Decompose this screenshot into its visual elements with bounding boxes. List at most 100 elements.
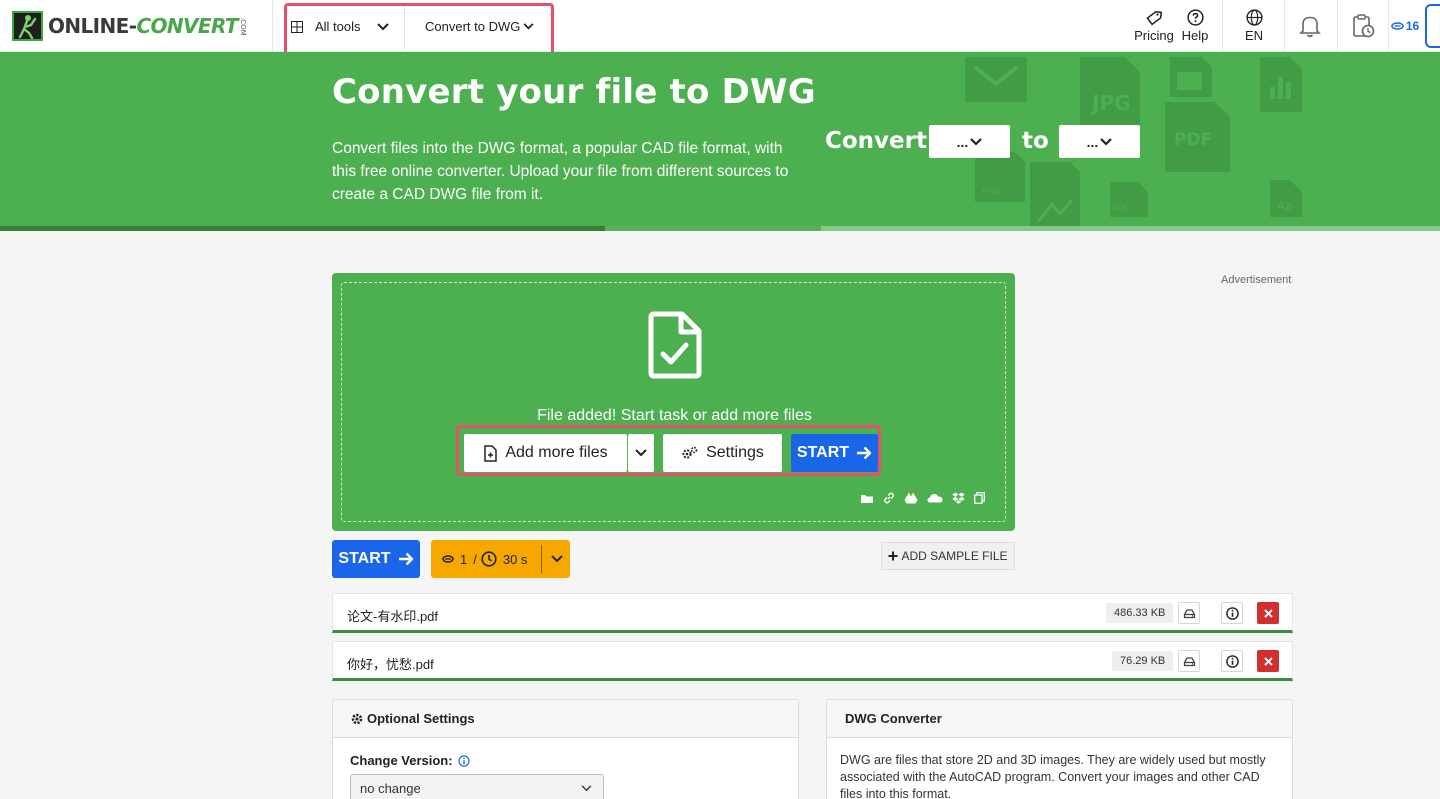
arrow-right-icon: [398, 552, 413, 566]
header-divider: [1284, 0, 1285, 52]
logo-wordmark: ONLINE-CONVERT: [48, 14, 239, 38]
header-divider: [272, 0, 273, 52]
file-destination-button[interactable]: [1178, 650, 1200, 672]
logo-domain-suffix: .COM: [238, 16, 247, 36]
svg-text:DOC: DOC: [1112, 203, 1130, 212]
info-icon[interactable]: [457, 754, 470, 767]
close-icon: [1263, 656, 1273, 666]
decorative-file-icons: JPG PDF PNG DOC Aa: [965, 57, 1302, 231]
drop-zone-border: File added! Start task or add more files: [341, 282, 1006, 522]
info-icon: [1225, 654, 1239, 668]
button-divider: [541, 545, 542, 573]
chevron-down-icon: [1100, 137, 1113, 146]
logo-figure-icon: [12, 11, 43, 41]
help-link[interactable]: Help: [1178, 0, 1212, 52]
credits-count: 16: [1405, 19, 1420, 33]
svg-text:PDF: PDF: [1174, 130, 1212, 150]
source-format-select[interactable]: ...: [929, 125, 1010, 158]
highlight-outline: [284, 3, 554, 57]
file-destination-button[interactable]: [1178, 602, 1200, 624]
coin-icon: [1390, 22, 1404, 30]
convert-label: Convert: [825, 128, 927, 154]
credit-separator: /: [473, 551, 477, 567]
to-label: to: [1022, 128, 1049, 154]
clipboard-clock-icon: [1353, 14, 1375, 38]
file-name: 你好，忧愁.pdf: [347, 657, 434, 672]
page-title: Convert your file to DWG: [332, 72, 816, 112]
start-label: START: [338, 550, 391, 567]
header-divider: [1222, 0, 1223, 52]
add-sample-file-button[interactable]: ADD SAMPLE FILE: [881, 542, 1015, 570]
chevron-down-icon: [581, 785, 592, 792]
time-estimate: 30 s: [502, 551, 528, 567]
pricing-link[interactable]: Pricing: [1130, 0, 1178, 52]
add-sample-label: ADD SAMPLE FILE: [901, 549, 1008, 563]
optional-settings-title: Optional Settings: [367, 711, 475, 726]
coin-icon: [442, 555, 454, 563]
dwg-converter-info-panel: DWG Converter DWG are files that store 2…: [826, 699, 1293, 799]
chevron-down-icon: [970, 137, 983, 146]
upload-source-options: [860, 492, 985, 504]
onedrive-icon[interactable]: [927, 493, 943, 503]
start-conversion-button[interactable]: START: [332, 540, 420, 578]
credit-cost-button[interactable]: 1 / 30 s: [431, 540, 570, 578]
file-check-icon: [648, 311, 702, 379]
pricing-label: Pricing: [1134, 27, 1174, 43]
target-format-select[interactable]: ...: [1059, 125, 1140, 158]
highlight-outline: [456, 425, 881, 476]
language-label: EN: [1244, 28, 1264, 43]
language-selector[interactable]: EN: [1234, 0, 1274, 52]
advertisement-label: Advertisement: [1221, 274, 1292, 286]
credits-counter[interactable]: 16: [1390, 0, 1420, 52]
bell-icon: [1299, 16, 1321, 38]
task-history-button[interactable]: [1345, 0, 1381, 52]
change-version-row: Change Version:: [350, 753, 470, 768]
dwg-converter-header: DWG Converter: [827, 700, 1292, 738]
notifications-button[interactable]: [1292, 0, 1328, 52]
gear-icon: [351, 713, 363, 724]
upload-status-message: File added! Start task or add more files: [537, 407, 812, 424]
price-tag-icon: [1146, 10, 1162, 25]
file-list-item: 论文-有水印.pdf 486.33 KB: [332, 593, 1293, 633]
google-drive-icon[interactable]: [904, 492, 918, 504]
file-name: 论文-有水印.pdf: [347, 609, 439, 624]
question-circle-icon: [1186, 9, 1204, 26]
remove-file-button[interactable]: [1257, 650, 1279, 672]
header-divider: [1337, 0, 1338, 52]
site-logo[interactable]: ONLINE-CONVERT .COM: [12, 11, 247, 41]
file-info-button[interactable]: [1221, 650, 1243, 672]
change-version-value: no change: [360, 780, 421, 796]
change-version-label: Change Version:: [350, 753, 453, 768]
hero-progress-stripe: [0, 226, 1440, 231]
dwg-converter-description: DWG are files that store 2D and 3D image…: [840, 753, 1266, 799]
link-icon[interactable]: [883, 492, 895, 504]
header-divider: [1388, 0, 1389, 52]
account-menu-button[interactable]: [1425, 4, 1440, 48]
close-icon: [1263, 608, 1273, 618]
target-format-value: ...: [1086, 133, 1099, 150]
svg-text:Aa: Aa: [1277, 199, 1293, 213]
top-navigation-bar: ONLINE-CONVERT .COM All tools Convert to…: [0, 0, 1440, 52]
dwg-converter-title: DWG Converter: [845, 711, 942, 726]
credit-cost-value: 1: [460, 551, 468, 567]
remove-file-button[interactable]: [1257, 602, 1279, 624]
help-label: Help: [1181, 28, 1209, 43]
clock-icon: [481, 551, 497, 567]
svg-text:PNG: PNG: [982, 187, 1001, 197]
file-size-badge: 76.29 KB: [1112, 651, 1174, 671]
file-info-button[interactable]: [1221, 602, 1243, 624]
cloud-drive-icon: [1183, 608, 1195, 618]
info-icon: [1225, 606, 1239, 620]
folder-icon[interactable]: [860, 493, 874, 504]
svg-text:JPG: JPG: [1090, 91, 1131, 115]
clipboard-copy-icon[interactable]: [974, 492, 985, 504]
dropbox-icon[interactable]: [952, 492, 965, 504]
hero-description: Convert files into the DWG format, a pop…: [332, 140, 789, 203]
plus-icon: [888, 551, 898, 561]
source-format-value: ...: [956, 133, 969, 150]
optional-settings-header: Optional Settings: [333, 700, 798, 738]
globe-icon: [1245, 9, 1263, 26]
chevron-down-icon: [551, 555, 563, 563]
cloud-drive-icon: [1183, 656, 1195, 666]
change-version-select[interactable]: no change: [350, 774, 604, 799]
